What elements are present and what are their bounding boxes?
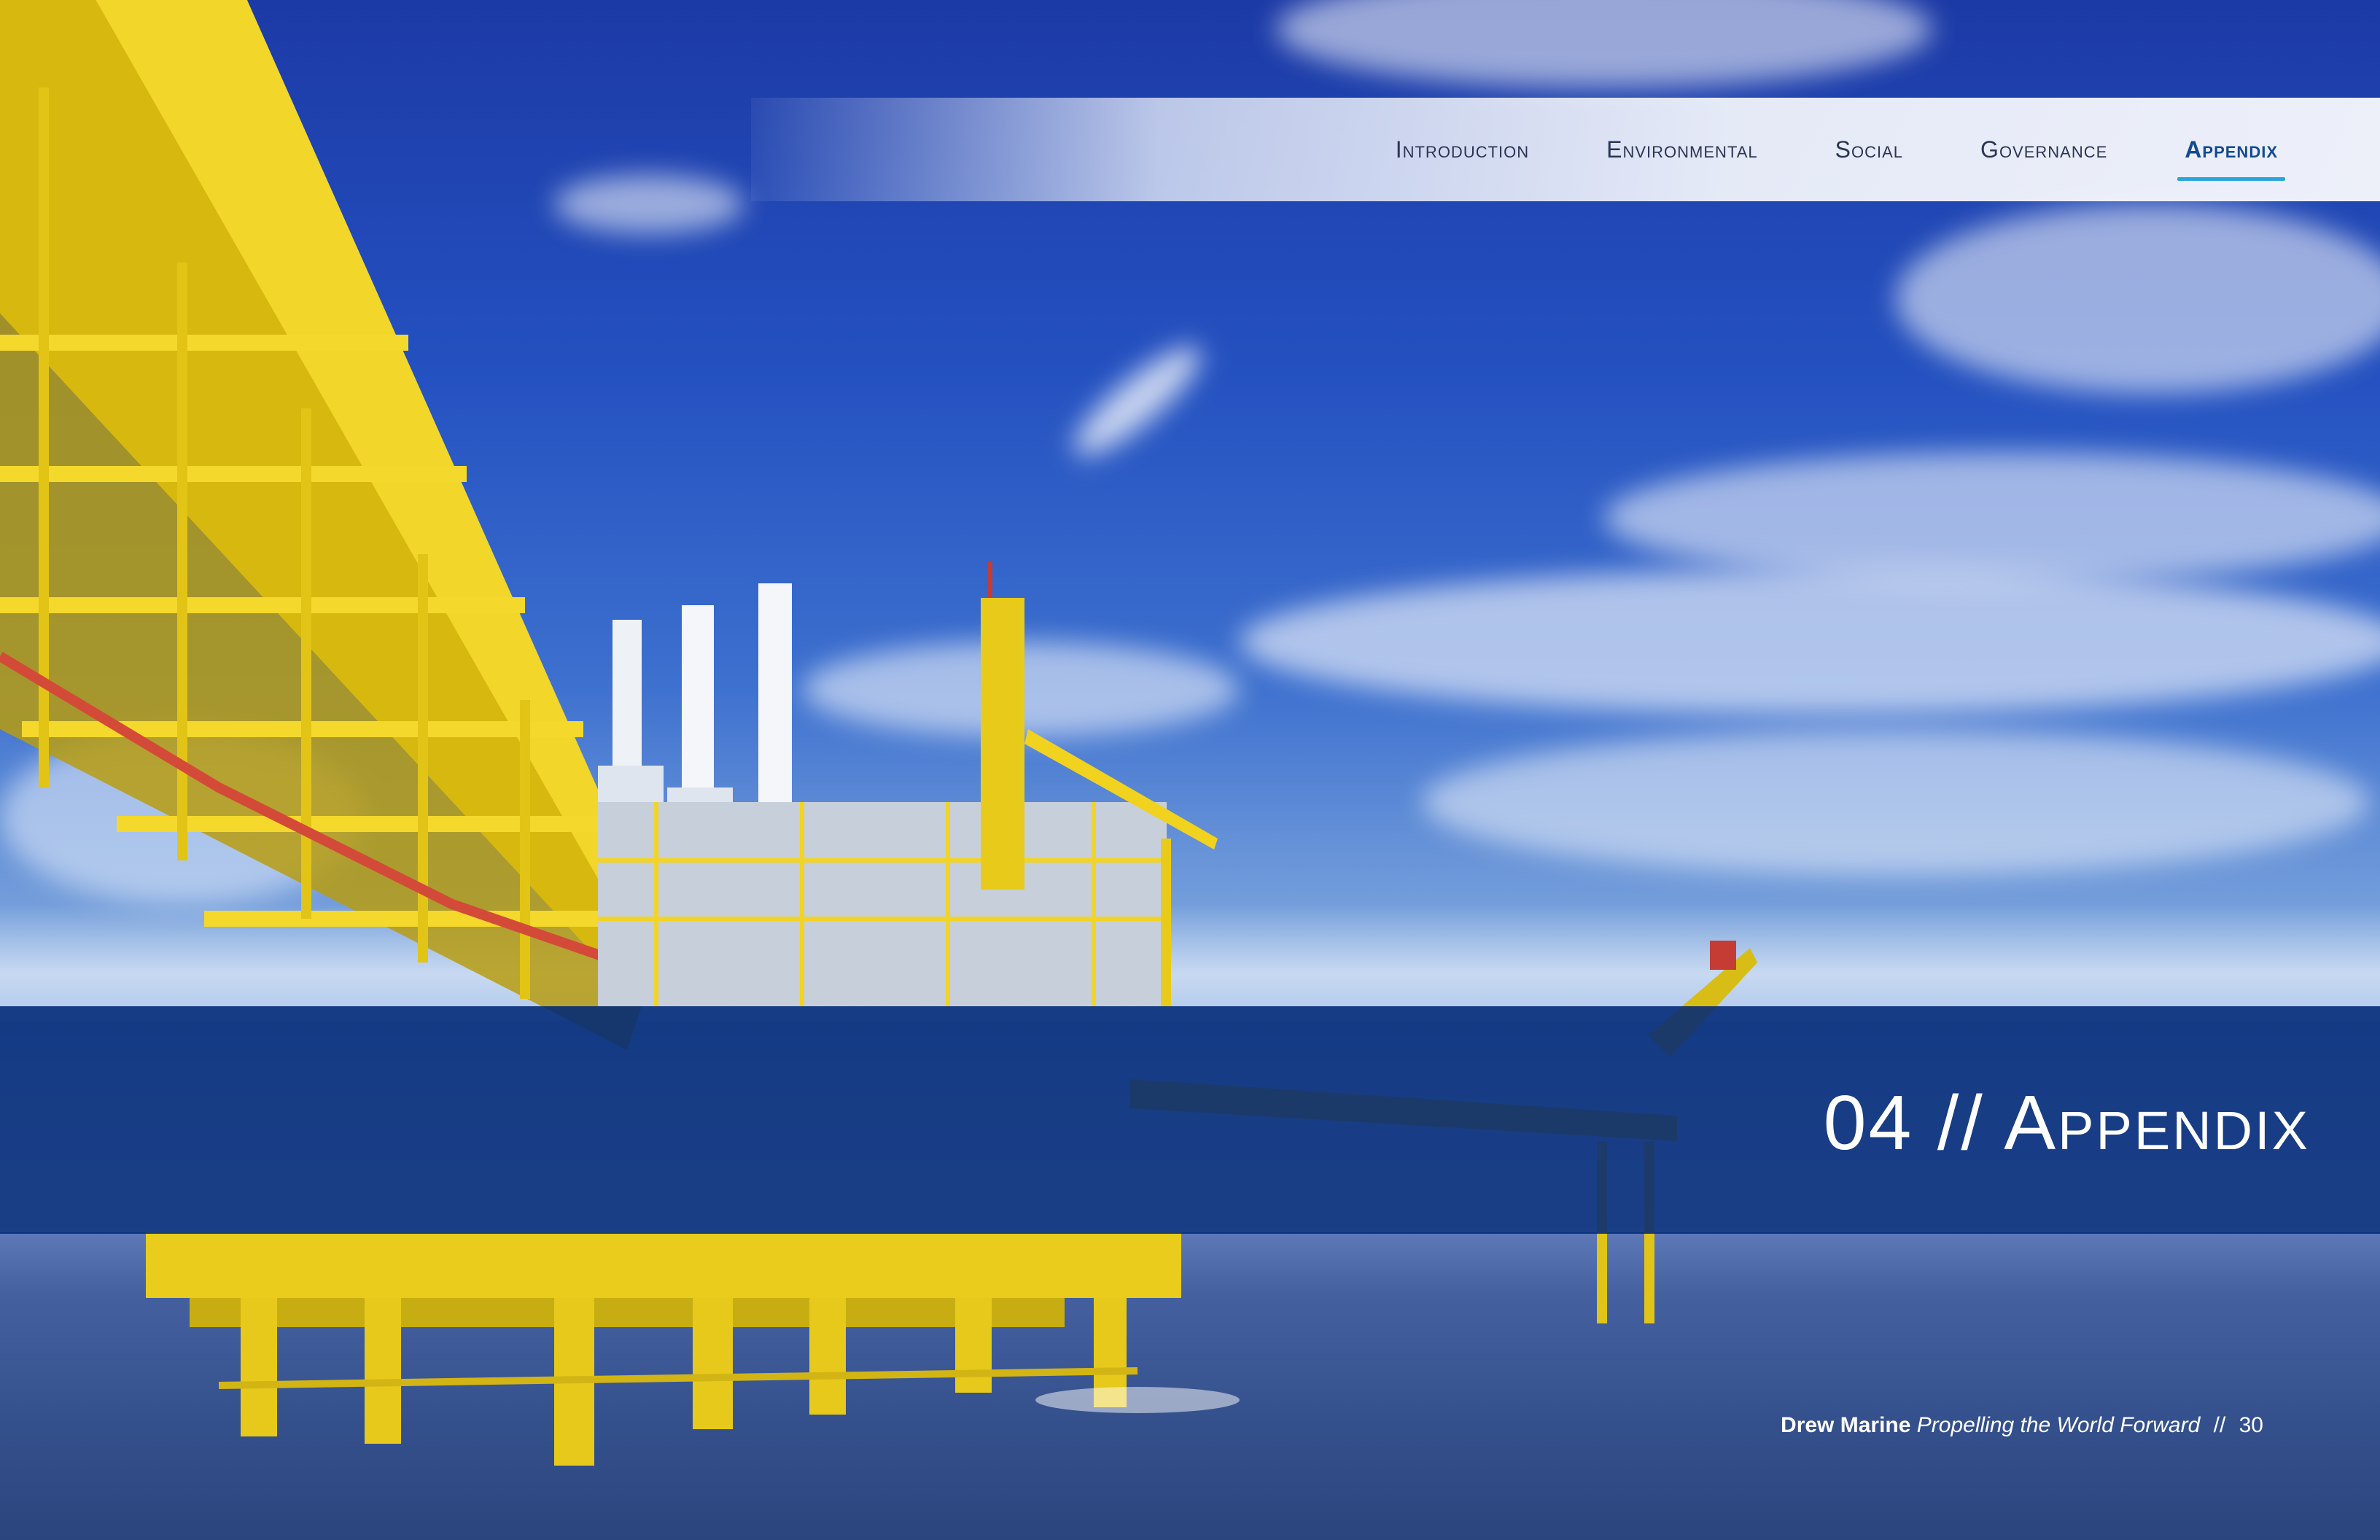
page-number: 30 xyxy=(2239,1413,2263,1437)
nav-item-governance[interactable]: Governance xyxy=(1973,129,2115,171)
offshore-platform-photo xyxy=(0,0,2380,1540)
platform-structure xyxy=(0,0,1757,1466)
section-title: 04 // Appendix xyxy=(1823,1080,2310,1166)
nav-item-introduction[interactable]: Introduction xyxy=(1388,129,1536,171)
nav-item-social[interactable]: Social xyxy=(1828,129,1910,171)
top-nav-bar: Introduction Environmental Social Govern… xyxy=(751,98,2380,201)
footer-tagline: Propelling the World Forward xyxy=(1916,1413,2201,1437)
page-footer: Drew Marine Propelling the World Forward… xyxy=(1781,1413,2263,1438)
footer-separator: // xyxy=(2213,1413,2226,1437)
section-nav: Introduction Environmental Social Govern… xyxy=(1326,98,2285,201)
footer-brand: Drew Marine xyxy=(1781,1413,1911,1437)
nav-item-environmental[interactable]: Environmental xyxy=(1599,129,1765,171)
nav-item-appendix[interactable]: Appendix xyxy=(2177,129,2285,181)
